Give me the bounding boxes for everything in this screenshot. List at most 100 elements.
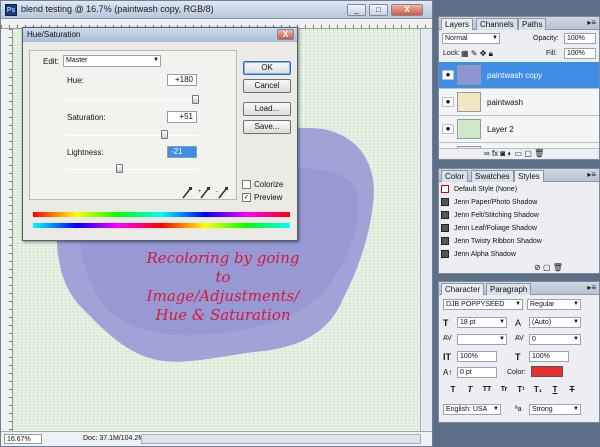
- style-item[interactable]: Jenn Felt/Stitching Shadow: [441, 209, 597, 222]
- vertical-scale-input[interactable]: 100%: [457, 351, 497, 362]
- preview-checkbox[interactable]: ✓: [242, 193, 251, 202]
- tab-paragraph[interactable]: Paragraph: [486, 283, 532, 295]
- style-swatch: [441, 224, 449, 233]
- layer-name: paintwash: [487, 98, 524, 107]
- dialog-close-button[interactable]: X: [277, 29, 294, 40]
- trash-icon[interactable]: 🗑︎: [534, 149, 544, 158]
- tracking-select[interactable]: 0 ▼: [529, 334, 581, 345]
- ok-button[interactable]: OK: [243, 61, 291, 75]
- save-button[interactable]: Save...: [243, 120, 291, 134]
- layer-row-layer-2[interactable]: ● Layer 2: [439, 116, 599, 143]
- edit-channel-select[interactable]: Master ▼: [63, 55, 161, 67]
- style-item-default[interactable]: Default Style (None): [441, 183, 597, 196]
- tab-character[interactable]: Character: [441, 283, 485, 295]
- eyedropper-minus-icon[interactable]: -: [216, 187, 228, 199]
- layer-row-paintwash-copy[interactable]: ● paintwash copy: [439, 62, 599, 89]
- style-item[interactable]: Jenn Leaf/Foliage Shadow: [441, 222, 597, 235]
- tab-paths[interactable]: Paths: [518, 18, 547, 30]
- eye-icon[interactable]: ●: [442, 70, 454, 80]
- saturation-label: Saturation:: [67, 113, 106, 122]
- blend-mode-select[interactable]: Normal ▼: [442, 33, 500, 44]
- tab-layers[interactable]: Layers: [441, 18, 474, 30]
- tab-swatches[interactable]: Swatches: [471, 170, 514, 182]
- zoom-field[interactable]: 16.67%: [4, 434, 42, 444]
- panel-menu-icon[interactable]: ▸≡: [587, 170, 596, 179]
- style-item[interactable]: Jenn Paper/Photo Shadow: [441, 196, 597, 209]
- lightness-slider-track[interactable]: [67, 169, 199, 170]
- subscript-button[interactable]: T₁: [532, 384, 544, 395]
- svg-text:+: +: [198, 189, 202, 195]
- document-size-info[interactable]: Doc: 37.1M/104.2M: [83, 435, 144, 442]
- link-icon[interactable]: ∞: [484, 149, 490, 158]
- saturation-input[interactable]: +51: [167, 111, 197, 123]
- small-caps-button[interactable]: Tr: [498, 384, 510, 395]
- cancel-button[interactable]: Cancel: [243, 79, 291, 93]
- faux-bold-button[interactable]: T: [447, 384, 459, 395]
- fill-input[interactable]: 100%: [564, 48, 596, 59]
- style-item[interactable]: Jenn Twisty Ribbon Shadow: [441, 235, 597, 248]
- annotation-line-4: Hue & Saturation: [155, 306, 291, 324]
- panel-menu-icon[interactable]: ▸≡: [587, 18, 596, 27]
- layers-panel: Layers Channels Paths ▸≡ Normal ▼ Opacity…: [438, 16, 600, 160]
- text-color-swatch[interactable]: [531, 366, 563, 377]
- fill-label: Fill:: [546, 50, 557, 57]
- restore-button[interactable]: □: [369, 4, 388, 16]
- eye-icon[interactable]: ●: [442, 97, 454, 107]
- tab-color[interactable]: Color: [441, 170, 469, 182]
- antialias-select[interactable]: Strong ▼: [529, 404, 581, 415]
- strikethrough-button[interactable]: T: [566, 384, 578, 395]
- language-select[interactable]: English: USA ▼: [443, 404, 501, 415]
- clear-style-icon[interactable]: ⊘: [534, 263, 541, 272]
- eyedropper-plus-icon[interactable]: +: [198, 187, 210, 199]
- load-button[interactable]: Load...: [243, 102, 291, 116]
- eye-icon[interactable]: ●: [442, 124, 454, 134]
- lock-icon[interactable]: 🔒︎: [489, 49, 493, 58]
- opacity-input[interactable]: 100%: [564, 33, 596, 44]
- panel-menu-icon[interactable]: ▸≡: [587, 283, 596, 292]
- styles-panel-footer: ⊘ ▢ 🗑︎: [534, 263, 563, 272]
- edit-label: Edit:: [43, 57, 60, 66]
- font-family-select[interactable]: DJB POPPYSEED ▼: [443, 299, 523, 310]
- adjustment-icon[interactable]: ◐: [507, 149, 514, 158]
- faux-italic-button[interactable]: T: [464, 384, 476, 395]
- saturation-slider-thumb[interactable]: [161, 130, 169, 139]
- lightness-slider-thumb[interactable]: [116, 164, 124, 173]
- horizontal-scale-input[interactable]: 100%: [529, 351, 569, 362]
- lock-icons[interactable]: ▦ ✎ ✥ 🔒︎: [461, 49, 493, 59]
- character-panel-tabs: Character Paragraph ▸≡: [439, 282, 599, 295]
- close-button[interactable]: X: [391, 4, 423, 16]
- underline-button[interactable]: T: [549, 384, 561, 395]
- trash-icon[interactable]: 🗑︎: [553, 263, 563, 272]
- font-size-select[interactable]: 18 pt ▼: [457, 317, 507, 328]
- all-caps-button[interactable]: TT: [481, 384, 493, 395]
- tab-styles[interactable]: Styles: [514, 170, 544, 182]
- new-style-icon[interactable]: ▢: [543, 263, 553, 272]
- kerning-select[interactable]: ▼: [457, 334, 507, 345]
- colorize-checkbox[interactable]: [242, 180, 251, 189]
- styles-panel: Color Swatches Styles ▸≡ Default Style (…: [438, 168, 600, 274]
- layer-name: paintwash copy: [487, 71, 543, 80]
- superscript-button[interactable]: T¹: [515, 384, 527, 395]
- dialog-title-bar[interactable]: Hue/Saturation X: [23, 28, 297, 42]
- saturation-slider-track[interactable]: [67, 135, 199, 136]
- new-layer-icon[interactable]: ▢: [524, 149, 534, 158]
- hue-slider-thumb[interactable]: [192, 95, 199, 104]
- vertical-scrollbar[interactable]: [420, 29, 432, 431]
- style-item[interactable]: Jenn Alpha Shadow: [441, 248, 597, 261]
- leading-select[interactable]: (Auto) ▼: [529, 317, 581, 328]
- lightness-input[interactable]: -21: [167, 146, 197, 158]
- mask-icon[interactable]: ◙: [500, 149, 505, 158]
- hue-input[interactable]: +180: [167, 74, 197, 86]
- output-color-bar: [33, 223, 290, 228]
- layer-row-paintwash[interactable]: ● paintwash: [439, 89, 599, 116]
- folder-icon[interactable]: ▭: [515, 149, 523, 158]
- blend-mode-value: Normal: [445, 35, 468, 42]
- hue-slider-track[interactable]: [67, 100, 199, 101]
- document-title-bar[interactable]: Ps blend testing @ 16.7% (paintwash copy…: [1, 1, 432, 19]
- horizontal-scrollbar[interactable]: [141, 434, 421, 444]
- eyedropper-icon[interactable]: [182, 187, 192, 199]
- tab-channels[interactable]: Channels: [476, 18, 518, 30]
- minimize-button[interactable]: _: [347, 4, 366, 16]
- font-style-select[interactable]: Regular ▼: [527, 299, 581, 310]
- baseline-shift-input[interactable]: 0 pt: [457, 367, 497, 378]
